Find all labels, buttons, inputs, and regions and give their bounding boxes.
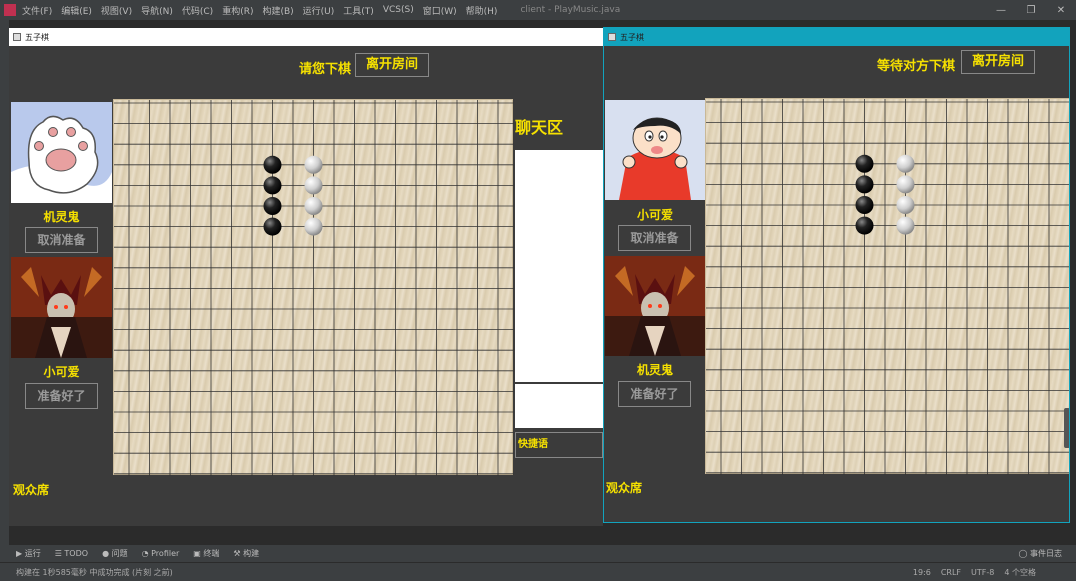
menu-code[interactable]: 代码(C) [182, 4, 213, 17]
black-stone [855, 154, 874, 173]
tool-build-label: 构建 [243, 549, 260, 558]
leave-room-button[interactable]: 离开房间 [355, 53, 429, 77]
tool-terminal[interactable]: ▣ 终端 [193, 548, 219, 559]
black-stone [263, 197, 282, 215]
game-window-left: 五子棋 请您下棋 离开房间 机灵鬼 取消准备 小可爱 准备好了 观众席 聊天区 … [9, 28, 603, 526]
tool-problems[interactable]: ● 问题 [102, 548, 128, 559]
black-stone [263, 155, 282, 174]
intellij-logo-icon[interactable] [4, 4, 16, 16]
leave-room-button[interactable]: 离开房间 [961, 50, 1035, 74]
spectators-label: 观众席 [606, 481, 643, 495]
tool-run[interactable]: ▶ 运行 [16, 548, 41, 559]
gomoku-board[interactable] [113, 99, 514, 476]
window-titlebar-active: 五子棋 [604, 28, 1069, 46]
menu-refactor[interactable]: 重构(R) [222, 4, 253, 17]
tool-terminal-label: 终端 [203, 549, 220, 558]
white-stone [304, 217, 323, 236]
menu-run[interactable]: 运行(U) [303, 4, 335, 17]
white-stone [304, 176, 323, 195]
player1-name: 机灵鬼 [43, 210, 80, 224]
tool-run-label: 运行 [24, 549, 41, 558]
black-stone [855, 175, 874, 194]
file-encoding[interactable]: UTF-8 [971, 568, 994, 577]
menu-vcs[interactable]: VCS(S) [383, 5, 414, 15]
black-stone [263, 217, 282, 236]
tool-profiler-label: Profiler [151, 549, 180, 558]
event-log-button[interactable]: ◯ 事件日志 [1019, 548, 1063, 559]
chat-messages [515, 150, 603, 382]
tool-todo-label: TODO [64, 549, 89, 558]
gomoku-board[interactable] [705, 98, 1069, 475]
tool-problems-label: 问题 [111, 549, 128, 558]
black-stone [855, 216, 874, 235]
ide-left-tool-strip [0, 20, 9, 545]
menu-window[interactable]: 窗口(W) [423, 4, 457, 17]
window-titlebar: 五子棋 [9, 28, 603, 46]
cancel-ready-button[interactable]: 取消准备 [25, 227, 98, 253]
turn-status: 请您下棋 [299, 62, 352, 77]
close-button[interactable]: ✕ [1046, 5, 1076, 16]
chat-title: 聊天区 [515, 118, 564, 137]
player2-avatar [11, 257, 112, 358]
game-window-right: 五子棋 等待对方下棋 离开房间 小可爱 取消准备 机灵鬼 准备好了 观众席 [603, 27, 1070, 523]
ide-file-title: client - PlayMusic.java [520, 5, 621, 15]
ide-tool-window-bar: ▶ 运行 ☰ TODO ● 问题 ◔ Profiler ▣ 终端 ⚒ 构建 ◯ … [0, 545, 1076, 562]
chat-input[interactable] [515, 384, 603, 428]
white-stone [896, 216, 915, 235]
player1-avatar [605, 100, 705, 200]
ide-statusbar: 构建在 1秒585毫秒 中成功完成 (片刻 之前) 19:6 CRLF UTF-… [0, 562, 1076, 581]
menu-view[interactable]: 视图(V) [101, 4, 132, 17]
white-stone [896, 175, 915, 194]
menu-build[interactable]: 构建(B) [262, 4, 293, 17]
restore-button[interactable]: ❐ [1016, 5, 1046, 16]
minimize-button[interactable]: — [986, 5, 1016, 16]
tool-todo[interactable]: ☰ TODO [55, 549, 88, 558]
player2-name: 小可爱 [43, 365, 80, 379]
app-icon [608, 33, 616, 41]
cursor-position[interactable]: 19:6 [913, 568, 931, 577]
cancel-ready-button[interactable]: 取消准备 [618, 225, 691, 251]
menu-help[interactable]: 帮助(H) [466, 4, 498, 17]
tool-build[interactable]: ⚒ 构建 [233, 548, 259, 559]
ide-menubar: 文件(F) 编辑(E) 视图(V) 导航(N) 代码(C) 重构(R) 构建(B… [0, 0, 1076, 20]
white-stone [304, 155, 323, 174]
menu-tools[interactable]: 工具(T) [343, 4, 374, 17]
indent-setting[interactable]: 4 个空格 [1004, 567, 1036, 578]
ready-button[interactable]: 准备好了 [618, 381, 691, 407]
window-title: 五子棋 [620, 32, 644, 42]
line-separator[interactable]: CRLF [941, 568, 961, 577]
player1-name: 小可爱 [636, 208, 673, 222]
menu-edit[interactable]: 编辑(E) [61, 4, 92, 17]
event-log-label: 事件日志 [1030, 549, 1062, 558]
player1-avatar [11, 102, 112, 203]
tool-profiler[interactable]: ◔ Profiler [142, 549, 180, 558]
black-stone [855, 196, 874, 214]
white-stone [896, 154, 915, 173]
player2-name: 机灵鬼 [636, 363, 673, 377]
menu-file[interactable]: 文件(F) [22, 4, 52, 17]
menu-navigate[interactable]: 导航(N) [141, 4, 173, 17]
ready-button[interactable]: 准备好了 [25, 383, 98, 409]
scrollbar-handle[interactable] [1064, 408, 1069, 448]
player2-avatar [605, 256, 705, 356]
white-stone [896, 196, 915, 214]
black-stone [263, 176, 282, 195]
build-status-text: 构建在 1秒585毫秒 中成功完成 (片刻 之前) [16, 567, 173, 577]
spectators-label: 观众席 [13, 483, 50, 497]
app-icon [13, 33, 21, 41]
quick-phrase-dropdown[interactable]: 快捷语 [515, 432, 603, 458]
white-stone [304, 197, 323, 215]
window-title: 五子棋 [25, 32, 49, 42]
turn-status: 等待对方下棋 [877, 59, 956, 74]
